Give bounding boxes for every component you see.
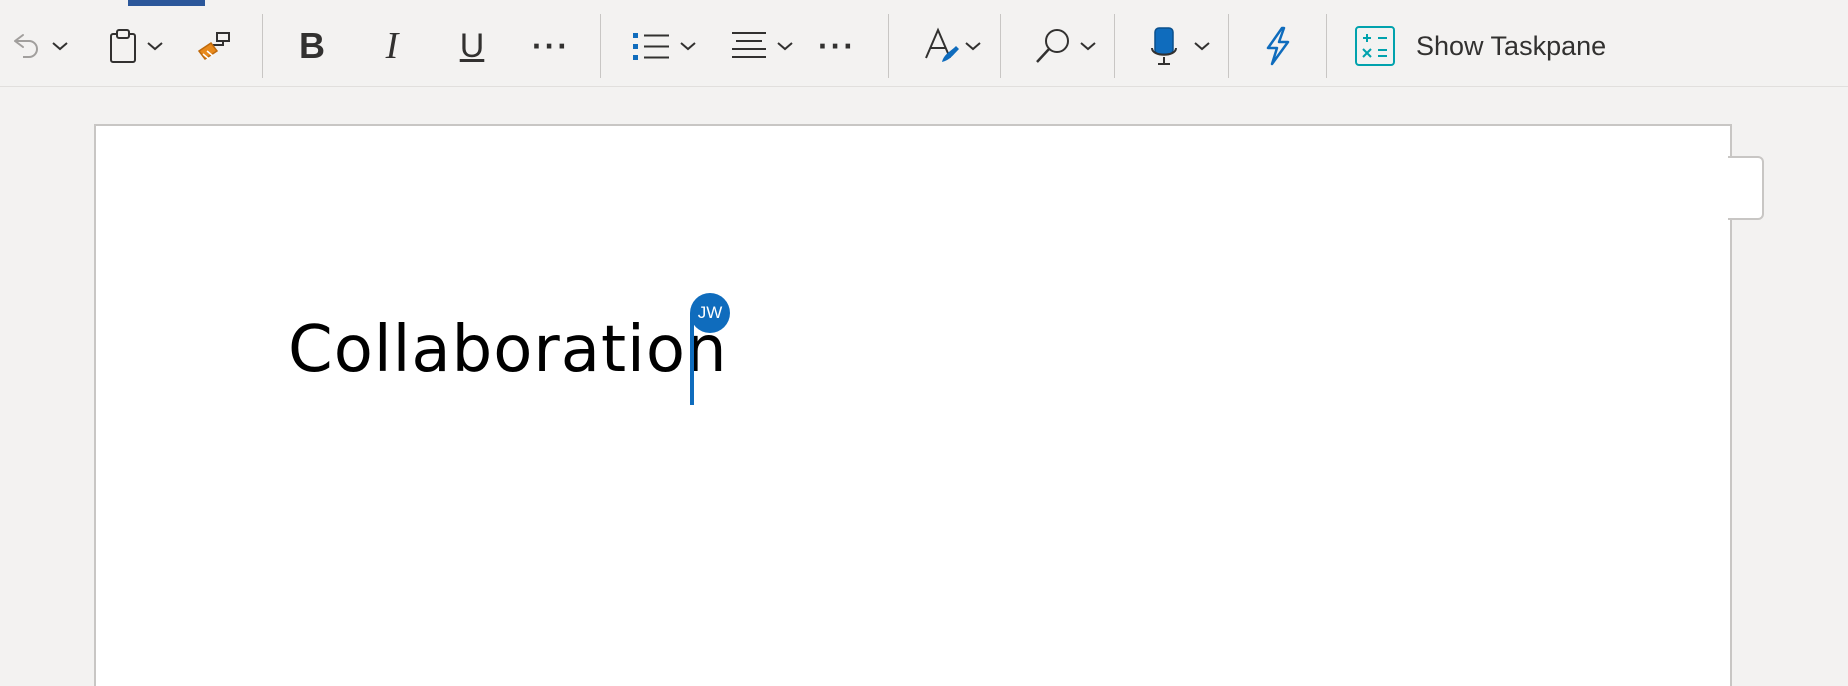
collaborator-avatar: JW: [690, 293, 730, 333]
ribbon-toolbar: B I U ··· ··· Show Taskpane: [0, 0, 1848, 87]
undo-icon: [9, 29, 43, 63]
clipboard-icon: [108, 28, 138, 64]
format-painter-button[interactable]: [192, 16, 236, 76]
align-icon: [730, 29, 768, 63]
italic-label: I: [385, 25, 399, 67]
toolbar-separator: [600, 14, 601, 78]
lightning-icon: [1262, 26, 1294, 66]
collaborator-cursor: [690, 313, 694, 405]
undo-button[interactable]: [4, 16, 74, 76]
page-side-tab[interactable]: [1728, 156, 1764, 220]
chevron-down-icon[interactable]: [679, 40, 697, 52]
toolbar-separator: [1114, 14, 1115, 78]
more-font-label: ···: [532, 27, 570, 64]
italic-button[interactable]: I: [372, 16, 412, 76]
find-button[interactable]: [1030, 16, 1100, 76]
paste-button[interactable]: [102, 16, 170, 76]
microphone-icon: [1149, 26, 1179, 66]
document-body-text[interactable]: Collaboration: [288, 318, 728, 382]
bulleted-list-icon: [631, 29, 671, 63]
chevron-down-icon[interactable]: [51, 40, 69, 52]
bold-button[interactable]: B: [292, 16, 332, 76]
bullets-button[interactable]: [628, 16, 700, 76]
underline-button[interactable]: U: [452, 16, 492, 76]
toolbar-separator: [262, 14, 263, 78]
search-icon: [1033, 27, 1073, 65]
chevron-down-icon[interactable]: [146, 40, 164, 52]
show-taskpane-button[interactable]: Show Taskpane: [1354, 16, 1610, 76]
show-taskpane-label: Show Taskpane: [1416, 30, 1607, 61]
toolbar-separator: [1228, 14, 1229, 78]
document-page[interactable]: [94, 124, 1732, 686]
bold-label: B: [299, 25, 325, 66]
toolbar-separator: [888, 14, 889, 78]
paintbrush-icon: [195, 29, 233, 63]
chevron-down-icon[interactable]: [1079, 40, 1097, 52]
toolbar-separator: [1326, 14, 1327, 78]
chevron-down-icon[interactable]: [776, 40, 794, 52]
designer-button[interactable]: [1258, 16, 1298, 76]
more-paragraph-options-button[interactable]: ···: [814, 16, 860, 76]
calculator-icon: [1354, 25, 1396, 67]
more-paragraph-label: ···: [818, 27, 856, 64]
toolbar-separator: [1000, 14, 1001, 78]
more-font-options-button[interactable]: ···: [528, 16, 574, 76]
active-tab-indicator: [128, 0, 205, 6]
dictate-button[interactable]: [1146, 16, 1214, 76]
styles-icon: [922, 26, 962, 66]
chevron-down-icon[interactable]: [964, 40, 982, 52]
underline-label: U: [459, 26, 485, 65]
chevron-down-icon[interactable]: [1193, 40, 1211, 52]
align-button[interactable]: [726, 16, 798, 76]
styles-button[interactable]: [918, 16, 986, 76]
